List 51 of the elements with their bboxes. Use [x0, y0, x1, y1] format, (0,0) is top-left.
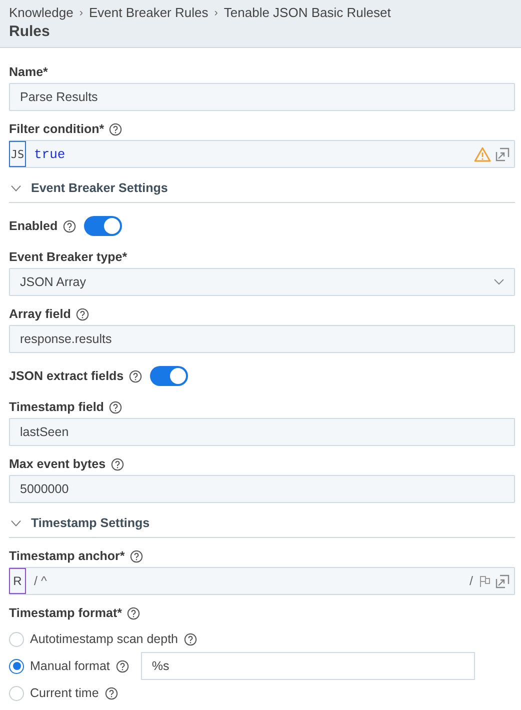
field-label: Filter condition* — [9, 122, 104, 136]
expand-icon[interactable] — [495, 574, 510, 588]
section-header[interactable]: Event Breaker Settings — [9, 174, 515, 203]
radio-label[interactable]: Current time — [30, 686, 99, 700]
field-label: Enabled — [9, 219, 58, 233]
text-field[interactable]: %s — [140, 652, 475, 680]
flag-icon[interactable] — [479, 574, 491, 588]
help-icon[interactable] — [127, 606, 140, 620]
breadcrumb-link[interactable]: Event Breaker Rules — [89, 5, 208, 20]
radio-label[interactable]: Manual format — [30, 659, 110, 673]
field-label: JSON extract fields — [9, 369, 124, 383]
field-label: Timestamp format* — [9, 606, 122, 620]
help-icon[interactable] — [108, 400, 122, 414]
text-field[interactable]: Parse Results — [9, 83, 515, 111]
text-field[interactable]: lastSeen — [9, 418, 515, 446]
help-icon[interactable] — [109, 122, 122, 136]
section-header[interactable]: Timestamp Settings — [9, 509, 515, 538]
field-label: Array field — [9, 307, 71, 321]
language-badge[interactable]: R — [9, 568, 26, 594]
help-icon[interactable] — [128, 370, 142, 382]
language-badge[interactable]: JS — [9, 141, 26, 167]
field-label: Timestamp anchor* — [9, 549, 125, 563]
help-icon[interactable] — [104, 686, 118, 700]
field-label: Name* — [9, 65, 48, 79]
help-icon[interactable] — [110, 458, 124, 470]
breadcrumb-separator: › — [79, 6, 83, 18]
radio-label[interactable]: Autotimestamp scan depth — [30, 632, 178, 646]
help-icon[interactable] — [130, 550, 143, 562]
help-icon[interactable] — [116, 660, 129, 672]
text-field[interactable]: 5000000 — [9, 475, 515, 503]
field-label: Max event bytes — [9, 457, 106, 471]
section-title: Timestamp Settings — [31, 516, 150, 530]
field-label: Event Breaker type* — [9, 250, 128, 264]
help-icon[interactable] — [184, 632, 197, 646]
dropdown[interactable]: JSON Array — [9, 268, 515, 296]
toggle-switch[interactable] — [150, 366, 188, 386]
breadcrumb-link[interactable]: Tenable JSON Basic Ruleset — [224, 5, 391, 20]
code-field[interactable]: JS true — [9, 140, 515, 168]
page-title: Rules — [9, 23, 51, 40]
help-icon[interactable] — [76, 308, 89, 320]
breadcrumb-link[interactable]: Knowledge — [9, 5, 74, 20]
chevron-icon — [494, 279, 504, 285]
toggle-switch[interactable] — [84, 216, 122, 236]
breadcrumb-separator: › — [214, 6, 218, 18]
help-icon[interactable] — [62, 220, 76, 232]
radio-button[interactable] — [9, 658, 24, 674]
expand-icon[interactable] — [495, 146, 510, 162]
code-field[interactable]: R / ^ / — [9, 567, 515, 595]
section-title: Event Breaker Settings — [31, 181, 168, 195]
text-field[interactable]: response.results — [9, 325, 515, 353]
field-label: Timestamp field — [9, 400, 104, 414]
